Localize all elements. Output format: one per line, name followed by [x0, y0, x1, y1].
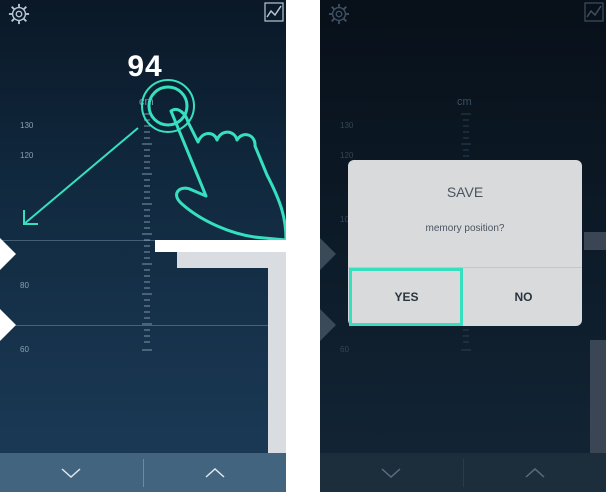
right-screen: cm 130 120 10 60 SAVE memory position? Y… — [320, 0, 606, 492]
move-up-button[interactable] — [464, 453, 606, 492]
move-up-button[interactable] — [144, 453, 286, 492]
pointing-hand-icon — [141, 79, 286, 240]
scale-label-130: 130 — [340, 121, 354, 130]
desk-leg — [268, 268, 286, 456]
memory-position-line — [0, 325, 286, 326]
memory-position-marker — [320, 309, 336, 341]
current-height-marker — [320, 238, 336, 270]
bottom-bar — [0, 453, 286, 492]
desk-top — [584, 232, 606, 250]
dialog-message: memory position? — [425, 223, 505, 234]
chevron-down-icon — [61, 467, 81, 478]
scale-label-80: 80 — [20, 281, 29, 290]
graph-icon[interactable] — [584, 2, 604, 22]
desk-leg — [590, 340, 606, 456]
graph-icon[interactable] — [264, 2, 284, 22]
unit-label: cm — [457, 96, 472, 108]
left-screen: 94 cm 130 120 80 60 — [0, 0, 286, 492]
bottom-bar — [320, 453, 606, 492]
no-button[interactable]: NO — [465, 268, 582, 326]
move-down-button[interactable] — [320, 453, 462, 492]
current-height-marker[interactable] — [0, 238, 16, 270]
scale-label-60: 60 — [20, 345, 29, 354]
scale-label-60: 60 — [340, 345, 349, 354]
chevron-down-icon — [381, 467, 401, 478]
desk-top — [155, 240, 286, 252]
desk-frame — [177, 252, 286, 268]
arrow-icon — [23, 127, 139, 225]
chevron-up-icon — [525, 467, 545, 478]
gear-icon[interactable] — [8, 3, 30, 25]
chevron-up-icon — [205, 467, 225, 478]
gear-icon[interactable] — [328, 3, 350, 25]
memory-position-marker[interactable] — [0, 309, 16, 341]
yes-button-highlight — [349, 268, 463, 326]
dialog-title: SAVE — [446, 184, 484, 200]
scale-label-120: 120 — [340, 151, 354, 160]
move-down-button[interactable] — [0, 453, 142, 492]
